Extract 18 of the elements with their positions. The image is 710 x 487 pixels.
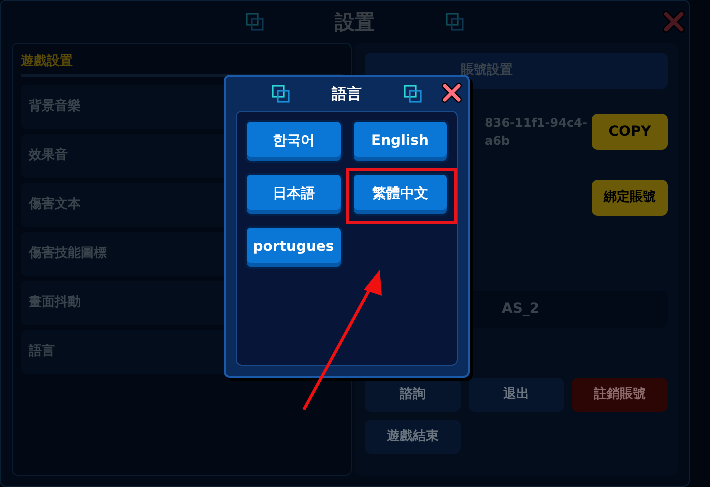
squares-icon (404, 85, 422, 103)
bind-account-button[interactable]: 綁定賬號 (592, 180, 668, 216)
account-button[interactable]: 諮詢 (365, 378, 461, 412)
account-button[interactable]: 註銷賬號 (572, 378, 668, 412)
panel-title: 遊戲設置 (21, 53, 74, 71)
copy-button[interactable]: COPY (592, 114, 668, 150)
squares-icon (272, 85, 290, 103)
squares-icon (446, 13, 464, 31)
close-icon[interactable] (442, 83, 462, 103)
language-button[interactable]: portugues (245, 226, 342, 269)
account-button[interactable]: 退出 (468, 378, 564, 412)
language-button[interactable]: English (352, 120, 449, 163)
squares-icon (246, 13, 264, 31)
window-title: 設置 (335, 9, 375, 36)
language-button[interactable]: 한국어 (245, 120, 342, 163)
account-button[interactable]: 遊戲結束 (365, 420, 461, 454)
language-button[interactable]: 日本語 (245, 173, 342, 216)
language-button[interactable]: 繁體中文 (352, 173, 449, 216)
